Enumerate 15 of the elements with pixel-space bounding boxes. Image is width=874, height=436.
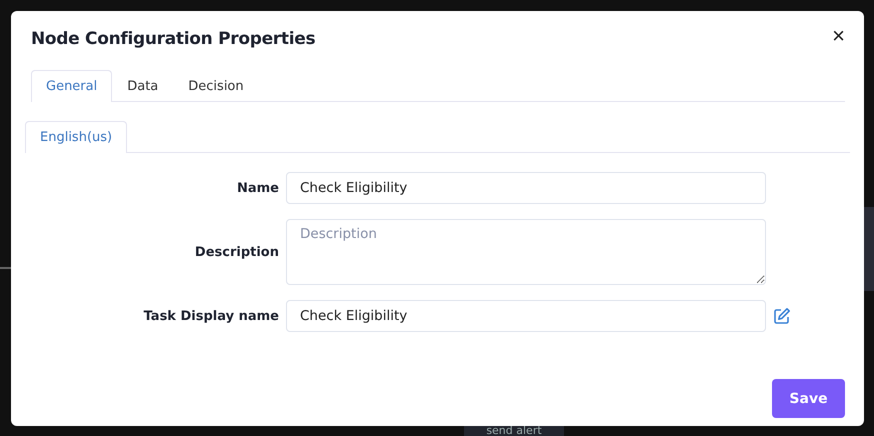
dialog-title: Node Configuration Properties: [31, 29, 316, 49]
input-field[interactable]: Check Eligibility: [286, 300, 766, 332]
input-field[interactable]: Description: [286, 219, 766, 285]
edit-icon[interactable]: [773, 307, 791, 325]
close-button[interactable]: ×: [832, 27, 845, 45]
field-label: Name: [236, 180, 279, 196]
node-label: send alert: [464, 425, 564, 436]
field-label: Description: [194, 244, 279, 260]
language-tab[interactable]: English(us): [25, 121, 128, 153]
field-label: Task Display name: [142, 308, 279, 324]
tab[interactable]: General: [31, 70, 112, 102]
tab[interactable]: Decision: [173, 70, 259, 102]
tab[interactable]: Data: [112, 70, 174, 102]
save-button[interactable]: Save: [772, 379, 845, 418]
input-field[interactable]: Check Eligibility: [286, 172, 766, 204]
